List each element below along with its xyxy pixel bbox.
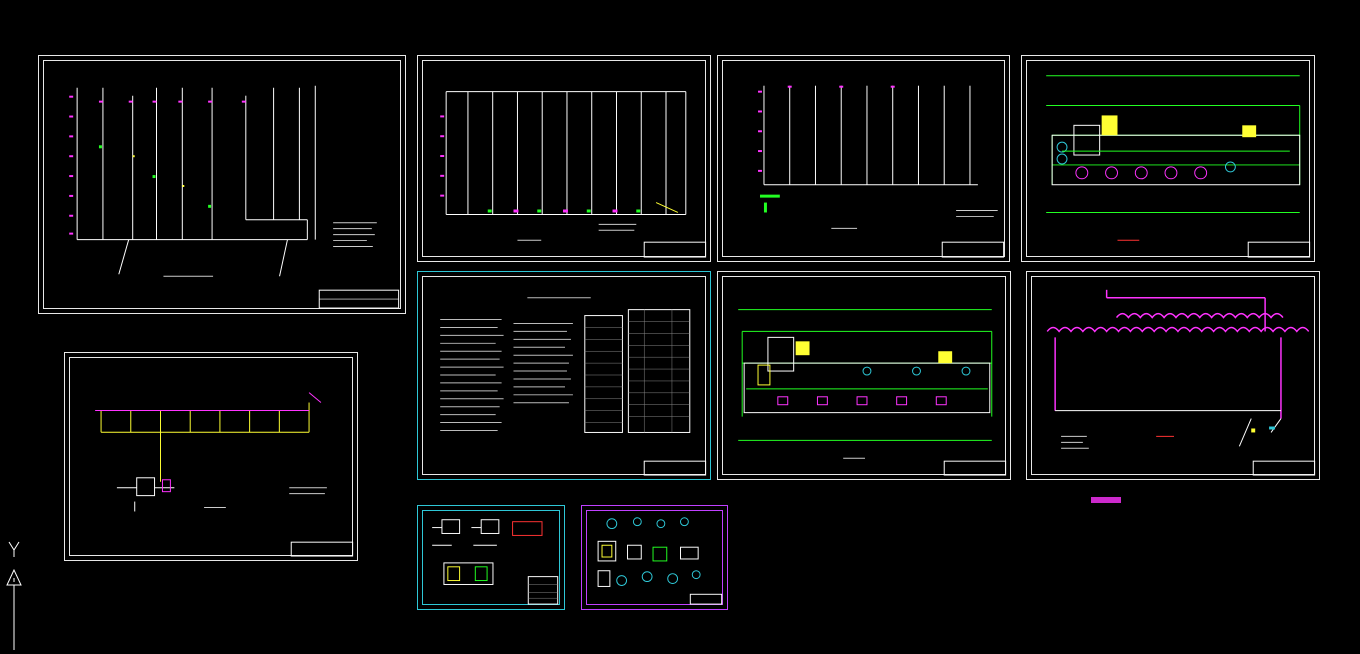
sheet-7-drawing: [738, 309, 1007, 476]
sheet-7-floor-plan[interactable]: [717, 271, 1011, 480]
sheet-4-drawing: [1046, 75, 1311, 258]
sheet-3-riser-diagram[interactable]: [717, 55, 1010, 262]
sheet-6-design-notes[interactable]: [417, 271, 711, 480]
sheet-8-pipe-system-diagram[interactable]: [1026, 271, 1320, 480]
sheet-1-riser-diagram[interactable]: [38, 55, 406, 314]
sheet-2-drawing: [440, 91, 707, 258]
sheet-4-floor-plan[interactable]: [1021, 55, 1315, 262]
sheet-6-drawing: [440, 297, 707, 476]
sheet-10-drawing: [597, 517, 723, 605]
sheet-9-detail-drawings[interactable]: [417, 505, 565, 610]
sheet-5-drawing: [95, 392, 354, 557]
sheet-8-drawing: [1046, 289, 1316, 476]
ucs-icon-drawing: [6, 541, 22, 650]
sheet-10-detail-drawings[interactable]: [581, 505, 728, 610]
ucs-icon: [0, 530, 40, 650]
sheet-3-drawing: [758, 85, 1005, 258]
sheet-5-pipe-system-diagram[interactable]: [64, 352, 358, 561]
sheet-2-riser-diagram[interactable]: [417, 55, 711, 262]
stray-annotation-mark: [1091, 497, 1121, 503]
sheet-9-drawing: [432, 519, 559, 605]
sheet-1-drawing: [69, 85, 400, 309]
